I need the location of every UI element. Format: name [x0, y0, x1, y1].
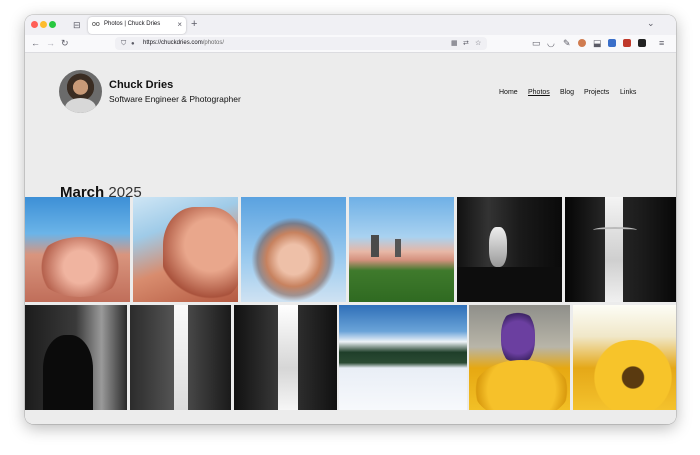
- photo-waterfall-bw-1[interactable]: [457, 197, 562, 302]
- maximize-window-button[interactable]: [49, 21, 56, 28]
- reader-icon[interactable]: ▭: [532, 38, 541, 49]
- translate-icon[interactable]: ⇄: [463, 38, 469, 49]
- back-icon[interactable]: ←: [31, 38, 40, 49]
- photo-waterfall-bw-3[interactable]: [130, 305, 231, 410]
- extension-blue-icon[interactable]: [608, 39, 616, 47]
- reload-icon[interactable]: ↻: [61, 38, 69, 49]
- photo-sunflower-lupine[interactable]: [469, 305, 570, 410]
- list-tabs-chevron-icon[interactable]: ⌄: [647, 18, 655, 28]
- menu-icon[interactable]: ≡: [659, 38, 664, 49]
- shield-icon[interactable]: ⛉: [121, 38, 126, 49]
- account-avatar-icon[interactable]: [578, 39, 586, 47]
- site-name[interactable]: Chuck Dries: [109, 79, 173, 91]
- photo-waterfall-bw-4[interactable]: [234, 305, 337, 410]
- minimize-window-button[interactable]: [40, 21, 47, 28]
- address-bar[interactable]: ⛉ ● https://chuckdries.com/photos/ ▦ ⇄ ☆: [115, 37, 487, 50]
- extensions-icon[interactable]: ⬓: [593, 38, 602, 49]
- tab-groups-icon[interactable]: ⊟: [73, 20, 81, 30]
- avatar[interactable]: [59, 70, 102, 113]
- photo-cherry-blossoms-3[interactable]: [241, 197, 346, 302]
- url-text[interactable]: https://chuckdries.com/photos/: [143, 40, 224, 46]
- bookmark-star-icon[interactable]: ☆: [475, 38, 481, 49]
- nav-projects[interactable]: Projects: [584, 89, 609, 96]
- close-tab-icon[interactable]: ×: [177, 20, 182, 29]
- photo-cherry-blossoms-2[interactable]: [133, 197, 238, 302]
- tab-strip: ⊟ oo Photos | Chuck Dries × + ⌄: [25, 15, 676, 35]
- site-tagline: Software Engineer & Photographer: [109, 94, 241, 104]
- qr-grid-icon[interactable]: ▦: [451, 38, 458, 49]
- tools-icon[interactable]: ✎: [563, 38, 571, 49]
- nav-blog[interactable]: Blog: [560, 89, 574, 96]
- page-content: Chuck Dries Software Engineer & Photogra…: [25, 53, 676, 424]
- nav-photos[interactable]: Photos: [528, 89, 550, 96]
- lock-icon[interactable]: ●: [131, 39, 135, 50]
- nav-links[interactable]: Links: [620, 89, 636, 96]
- browser-window: ⊟ oo Photos | Chuck Dries × + ⌄ ← → ↻ ⛉ …: [25, 15, 676, 424]
- pocket-icon[interactable]: ◡: [547, 38, 555, 49]
- close-window-button[interactable]: [31, 21, 38, 28]
- new-tab-button[interactable]: +: [191, 19, 197, 30]
- extension-dark-icon[interactable]: [638, 39, 646, 47]
- photo-snowy-mountain[interactable]: [339, 305, 467, 410]
- forward-icon[interactable]: →: [46, 38, 55, 49]
- nav-home[interactable]: Home: [499, 89, 518, 96]
- tab-photos[interactable]: oo Photos | Chuck Dries ×: [88, 17, 186, 34]
- photo-person-waterfall-bw[interactable]: [25, 305, 127, 410]
- photo-park-towers[interactable]: [349, 197, 454, 302]
- extension-red-icon[interactable]: [623, 39, 631, 47]
- photo-sunflower[interactable]: [573, 305, 676, 410]
- photo-cherry-blossoms-1[interactable]: [25, 197, 130, 302]
- navigation-toolbar: ← → ↻ ⛉ ● https://chuckdries.com/photos/…: [25, 35, 676, 53]
- photo-waterfall-bw-2[interactable]: [565, 197, 676, 302]
- favicon-icon: oo: [92, 21, 100, 28]
- tab-title: Photos | Chuck Dries: [104, 21, 161, 27]
